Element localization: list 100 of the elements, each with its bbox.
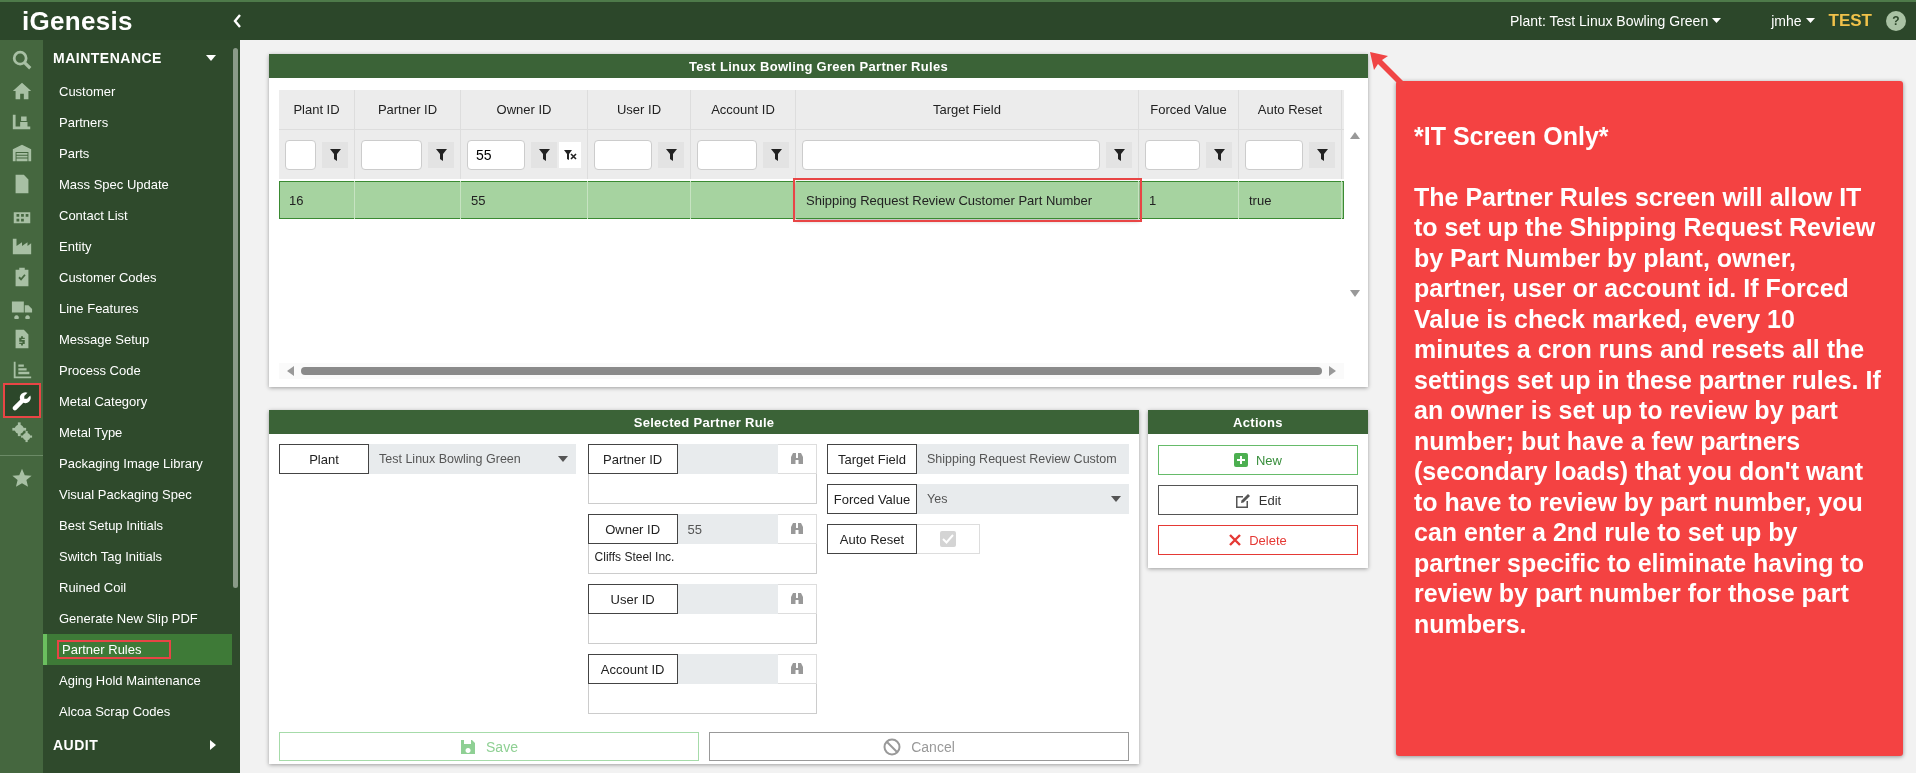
lookup-button[interactable] bbox=[777, 584, 817, 614]
menu-item[interactable]: Alcoa Scrap Codes bbox=[43, 696, 232, 727]
user-menu[interactable]: jmhe bbox=[1765, 12, 1821, 30]
dropdown[interactable]: Shipping Request Review Custom bbox=[917, 444, 1129, 474]
help-button[interactable]: ? bbox=[1886, 11, 1906, 31]
input-field[interactable] bbox=[677, 654, 778, 684]
filter-field[interactable] bbox=[802, 139, 1100, 170]
filter-icon bbox=[329, 148, 341, 161]
delete-button[interactable]: Delete bbox=[1158, 525, 1358, 555]
menu-item[interactable]: Mass Spec Update bbox=[43, 169, 232, 200]
panel-header: Test Linux Bowling Green Partner Rules bbox=[269, 54, 1368, 78]
table-cell: 55 bbox=[461, 181, 588, 219]
dropdown[interactable]: Yes bbox=[917, 484, 1129, 514]
logo[interactable]: iGenesis bbox=[0, 5, 222, 37]
input-field[interactable]: 55 bbox=[677, 514, 778, 544]
input-field[interactable] bbox=[677, 584, 778, 614]
callout-text: The Partner Rules screen will allow IT to set up the Shipping Request Review by Part Number by plant, owner, partner, user or account id. If Forced Value is check marked, every 10 minutes a cron runs and resets all the settings set up in these partner rules. If an owner is set up to review by part number; but have a few partners (secondary loads) that you don't want to have to review by part number, you can enter a 2nd rule to set up by partner specific to eliminate having to review by part number for those part numbers. bbox=[1414, 181, 1882, 639]
plant-dropdown[interactable]: Test Linux Bowling Green bbox=[369, 444, 576, 474]
filter-icon bbox=[665, 148, 677, 161]
filter-field[interactable] bbox=[361, 139, 422, 170]
menu-item[interactable]: Metal Type bbox=[43, 417, 232, 448]
field-label: User ID bbox=[587, 584, 678, 614]
caret-down-icon bbox=[206, 55, 216, 61]
caret-down-icon bbox=[557, 456, 568, 462]
clear-filter-icon[interactable] bbox=[559, 141, 581, 168]
menu-item[interactable]: Partners bbox=[43, 107, 232, 138]
menu-item[interactable]: Switch Tag Initials bbox=[43, 541, 232, 572]
input-field[interactable] bbox=[677, 444, 778, 474]
edit-button[interactable]: Edit bbox=[1158, 485, 1358, 515]
scroll-up-icon[interactable] bbox=[1350, 132, 1360, 140]
plus-icon bbox=[1234, 453, 1248, 467]
panel-header: Selected Partner Rule bbox=[269, 410, 1139, 434]
filter-field[interactable] bbox=[1245, 139, 1303, 170]
filter-button[interactable] bbox=[1206, 141, 1232, 168]
menu-item[interactable]: Line Features bbox=[43, 293, 232, 324]
horizontal-scrollbar[interactable] bbox=[279, 363, 1344, 379]
field-label: Plant bbox=[279, 444, 369, 474]
menu-item[interactable]: Generate New Slip PDF bbox=[43, 603, 232, 634]
menu-item[interactable]: Aging Hold Maintenance bbox=[43, 665, 232, 696]
filter-button[interactable] bbox=[1309, 141, 1335, 168]
edit-icon bbox=[1234, 492, 1251, 508]
callout-heading: *IT Screen Only* bbox=[1414, 121, 1610, 152]
menu-item[interactable]: Visual Packaging Spec bbox=[43, 479, 232, 510]
filter-icon bbox=[1316, 148, 1328, 161]
menu-item[interactable]: Customer Codes bbox=[43, 262, 232, 293]
close-icon bbox=[1229, 534, 1242, 546]
menu-item[interactable]: Message Setup bbox=[43, 324, 232, 355]
menu-item[interactable]: Best Setup Initials bbox=[43, 510, 232, 541]
filter-field[interactable]: 55 bbox=[467, 139, 525, 170]
filter-icon bbox=[770, 148, 782, 161]
chevron-left-icon[interactable] bbox=[232, 13, 242, 29]
menu-item[interactable]: Packaging Image Library bbox=[43, 448, 232, 479]
filter-button[interactable] bbox=[322, 141, 348, 168]
filter-field[interactable] bbox=[697, 139, 757, 170]
menu-item[interactable]: Customer bbox=[43, 76, 232, 107]
panel-header: Actions bbox=[1148, 410, 1368, 434]
menu-item[interactable]: Metal Category bbox=[43, 386, 232, 417]
field-label: Target Field bbox=[827, 444, 917, 474]
scroll-right-icon[interactable] bbox=[1328, 366, 1336, 376]
table-row[interactable]: 16 55 Shipping Request Review Customer Part Number 1 true bbox=[279, 181, 1344, 219]
menu-item[interactable]: Partner Rules bbox=[43, 634, 232, 665]
lookup-button[interactable] bbox=[777, 444, 817, 474]
field-label: Partner ID bbox=[587, 444, 678, 474]
filter-button[interactable] bbox=[531, 141, 557, 168]
lookup-button[interactable] bbox=[777, 654, 817, 684]
wrench-icon[interactable] bbox=[4, 385, 39, 416]
menu-item[interactable]: Parts bbox=[43, 138, 232, 169]
table-cell: Shipping Request Review Customer Part Number bbox=[796, 181, 1139, 219]
scroll-left-icon[interactable] bbox=[287, 366, 295, 376]
description-field: Cliffs Steel Inc. bbox=[587, 544, 817, 574]
field-label: Account ID bbox=[587, 654, 678, 684]
menu-item[interactable]: Contact List bbox=[43, 200, 232, 231]
menu-item[interactable]: Entity bbox=[43, 231, 232, 262]
filter-field[interactable] bbox=[1145, 139, 1200, 170]
binoculars-icon bbox=[789, 523, 804, 535]
menu-section-header[interactable]: AUDIT bbox=[43, 727, 232, 763]
filter-field[interactable] bbox=[594, 139, 652, 170]
check-icon bbox=[942, 534, 954, 544]
table-cell: true bbox=[1239, 181, 1342, 219]
table-cell: 1 bbox=[1139, 181, 1239, 219]
field-label: Auto Reset bbox=[827, 524, 917, 554]
table-cell: 16 bbox=[279, 181, 355, 219]
environment-label: TEST bbox=[1828, 11, 1872, 31]
lookup-button[interactable] bbox=[777, 514, 817, 544]
filter-field[interactable] bbox=[285, 139, 316, 170]
binoculars-icon bbox=[789, 593, 804, 605]
new-button[interactable]: New bbox=[1158, 445, 1358, 475]
menu-item[interactable]: Ruined Coil bbox=[43, 572, 232, 603]
filter-button[interactable] bbox=[1106, 141, 1132, 168]
filter-icon bbox=[1213, 148, 1225, 161]
plant-dropdown[interactable]: Plant: Test Linux Bowling Green bbox=[1504, 12, 1728, 30]
menu-section-header[interactable]: MAINTENANCE bbox=[43, 40, 232, 76]
caret-down-icon bbox=[1111, 496, 1121, 502]
filter-button[interactable] bbox=[428, 141, 454, 168]
scroll-down-icon[interactable] bbox=[1350, 289, 1360, 297]
filter-button[interactable] bbox=[658, 141, 684, 168]
menu-item[interactable]: Process Code bbox=[43, 355, 232, 386]
filter-button[interactable] bbox=[763, 141, 789, 168]
caret-down-icon bbox=[1712, 18, 1722, 24]
scrollbar[interactable] bbox=[233, 48, 238, 588]
